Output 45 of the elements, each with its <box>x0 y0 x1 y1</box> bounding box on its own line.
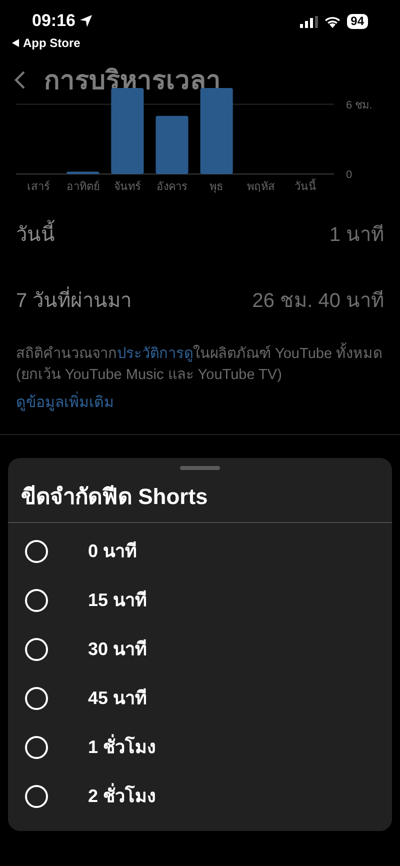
axis-label: 6 ชม. <box>346 98 372 111</box>
radio-button[interactable] <box>25 638 48 661</box>
signal-icon <box>300 16 318 28</box>
sheet-title: ขีดจำกัดฟีด Shorts <box>20 483 209 511</box>
stat-value: 1 นาที <box>329 222 384 248</box>
page-title: การบริหารเวลา <box>44 64 221 96</box>
option-label: 45 นาที <box>88 687 148 710</box>
limit-option[interactable]: 0 นาที <box>8 527 392 576</box>
radio-button[interactable] <box>25 540 48 563</box>
limit-option[interactable]: 2 ชั่วโมง <box>8 772 392 821</box>
axis-label: จันทร์ <box>114 180 141 192</box>
stat-value: 26 ชม. 40 นาที <box>252 288 384 314</box>
status-time: 09:16 <box>32 10 76 32</box>
stats-note: สถิติคำนวณจากประวัติการดูในผลิตภัณฑ์ YouTube ทั้งหมด (ยกเว้น YouTube Music และ YouTube TV) <box>0 344 400 386</box>
radio-button[interactable] <box>25 589 48 612</box>
radio-button[interactable] <box>25 736 48 759</box>
limit-option[interactable]: 30 นาที <box>8 625 392 674</box>
limit-option[interactable]: 45 นาที <box>8 674 392 723</box>
battery-icon: 94 <box>346 14 368 30</box>
option-label: 30 นาที <box>88 638 148 661</box>
axis-label: 0 <box>346 168 352 180</box>
wifi-icon <box>324 16 341 28</box>
back-triangle-icon <box>12 38 20 46</box>
axis-label: พุธ <box>210 180 224 192</box>
axis-label: อังคาร <box>156 180 188 192</box>
axis-label: อาทิตย์ <box>66 180 100 192</box>
radio-button[interactable] <box>25 687 48 710</box>
option-label: 1 ชั่วโมง <box>88 734 156 761</box>
limit-option[interactable]: 15 นาที <box>8 576 392 625</box>
radio-button[interactable] <box>25 785 48 808</box>
option-label: 15 นาที <box>88 589 148 612</box>
stat-label: 7 วันที่ผ่านมา <box>16 286 132 316</box>
option-label: 2 ชั่วโมง <box>88 783 156 810</box>
bar <box>66 171 100 174</box>
back-to-app-link[interactable]: App Store <box>23 34 80 52</box>
stat-label: วันนี้ <box>16 220 55 250</box>
option-label: 0 นาที <box>88 540 138 563</box>
axis-label: เสาร์ <box>26 180 50 192</box>
bar <box>156 115 188 174</box>
axis-label: วันนี้ <box>294 180 317 192</box>
back-chevron-icon[interactable] <box>14 70 26 90</box>
drag-handle[interactable] <box>180 466 220 470</box>
axis-label: พฤหัส <box>247 180 276 192</box>
limit-option[interactable]: 1 ชั่วโมง <box>8 723 392 772</box>
location-arrow-icon <box>79 14 94 28</box>
